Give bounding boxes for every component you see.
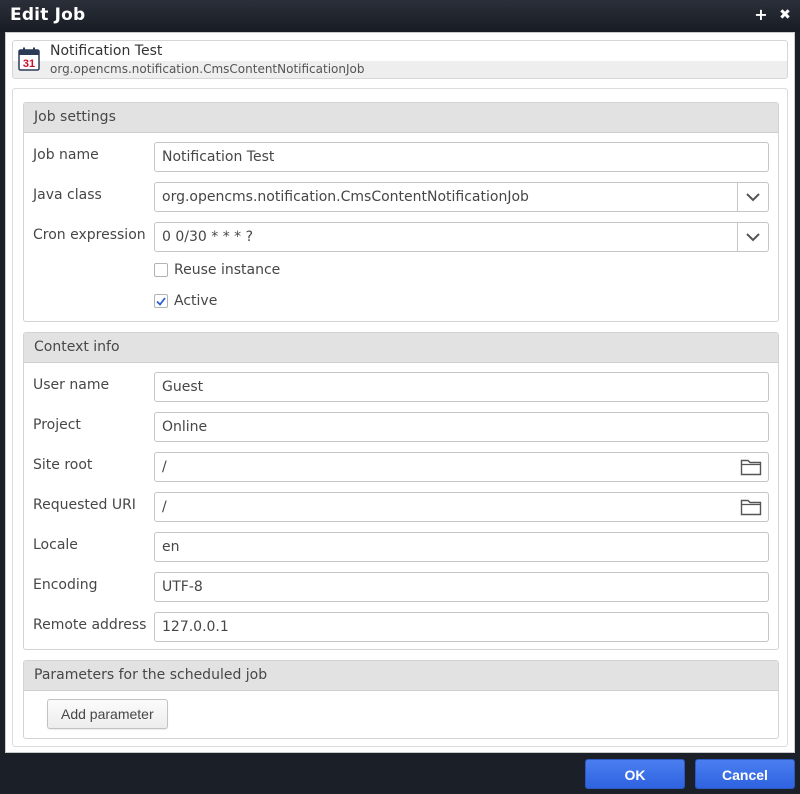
job-name-value: Notification Test [162, 149, 275, 165]
context-info-panel: Context info User name Guest Project Onl… [23, 332, 779, 650]
window-title: Edit Job [10, 5, 86, 25]
java-class-select[interactable]: org.opencms.notification.CmsContentNotif… [154, 182, 769, 212]
active-label: Active [174, 293, 218, 309]
remote-address-row: Remote address 127.0.0.1 [24, 612, 778, 642]
site-root-row: Site root / [24, 452, 778, 482]
locale-value: en [162, 539, 180, 555]
job-name-row: Job name Notification Test [24, 142, 778, 172]
project-label: Project [33, 417, 81, 433]
active-row[interactable]: Active [154, 291, 217, 311]
remote-address-value: 127.0.0.1 [162, 619, 229, 635]
add-parameter-button[interactable]: Add parameter [47, 699, 168, 729]
encoding-label: Encoding [33, 577, 98, 593]
site-root-value: / [162, 459, 167, 475]
job-name-label: Job name [33, 147, 99, 163]
user-name-value: Guest [162, 379, 204, 395]
cancel-button[interactable]: Cancel [695, 759, 795, 789]
remote-address-input[interactable]: 127.0.0.1 [154, 612, 769, 642]
encoding-value: UTF-8 [162, 579, 203, 595]
requested-uri-value: / [162, 499, 167, 515]
site-root-input[interactable]: / [154, 452, 769, 482]
context-info-header: Context info [24, 333, 778, 363]
java-class-value: org.opencms.notification.CmsContentNotif… [162, 189, 529, 205]
folder-icon[interactable] [740, 457, 762, 477]
cron-row: Cron expression 0 0/30 * * * ? [24, 222, 778, 252]
parameters-header: Parameters for the scheduled job [24, 661, 778, 691]
close-icon[interactable]: ✖ [776, 5, 794, 25]
job-class-subtitle: org.opencms.notification.CmsContentNotif… [50, 62, 365, 76]
user-name-input[interactable]: Guest [154, 372, 769, 402]
encoding-row: Encoding UTF-8 [24, 572, 778, 602]
calendar-icon: 31 [18, 47, 40, 71]
checkmark-icon [156, 296, 166, 306]
chevron-down-icon[interactable] [737, 183, 768, 211]
active-checkbox[interactable] [154, 294, 168, 308]
job-title: Notification Test [50, 43, 163, 59]
java-class-row: Java class org.opencms.notification.CmsC… [24, 182, 778, 212]
job-info-bar: 31 Notification Test org.opencms.notific… [12, 40, 788, 79]
requested-uri-row: Requested URI / [24, 492, 778, 522]
job-settings-panel: Job settings Job name Notification Test … [23, 102, 779, 322]
edit-job-dialog: 31 Notification Test org.opencms.notific… [5, 32, 795, 753]
chevron-down-icon[interactable] [737, 223, 768, 251]
cron-expression-combobox[interactable]: 0 0/30 * * * ? [154, 222, 769, 252]
calendar-day-number: 31 [23, 58, 35, 70]
requested-uri-label: Requested URI [33, 497, 136, 513]
site-root-label: Site root [33, 457, 93, 473]
remote-address-label: Remote address [33, 617, 147, 633]
reuse-instance-checkbox[interactable] [154, 263, 168, 277]
project-value: Online [162, 419, 208, 435]
parameters-panel: Parameters for the scheduled job Add par… [23, 660, 779, 739]
cron-label: Cron expression [33, 227, 146, 243]
cron-value: 0 0/30 * * * ? [162, 229, 254, 245]
locale-input[interactable]: en [154, 532, 769, 562]
locale-label: Locale [33, 537, 78, 553]
form-area: Job settings Job name Notification Test … [12, 88, 788, 747]
job-name-input[interactable]: Notification Test [154, 142, 769, 172]
maximize-icon[interactable]: + [752, 5, 770, 25]
user-name-row: User name Guest [24, 372, 778, 402]
reuse-instance-row[interactable]: Reuse instance [154, 260, 280, 280]
project-input[interactable]: Online [154, 412, 769, 442]
folder-icon[interactable] [740, 497, 762, 517]
ok-button[interactable]: OK [585, 759, 685, 789]
project-row: Project Online [24, 412, 778, 442]
encoding-input[interactable]: UTF-8 [154, 572, 769, 602]
job-settings-header: Job settings [24, 103, 778, 133]
reuse-instance-label: Reuse instance [174, 262, 281, 278]
requested-uri-input[interactable]: / [154, 492, 769, 522]
window-titlebar: Edit Job + ✖ [0, 0, 800, 32]
locale-row: Locale en [24, 532, 778, 562]
java-class-label: Java class [33, 187, 102, 203]
user-name-label: User name [33, 377, 110, 393]
